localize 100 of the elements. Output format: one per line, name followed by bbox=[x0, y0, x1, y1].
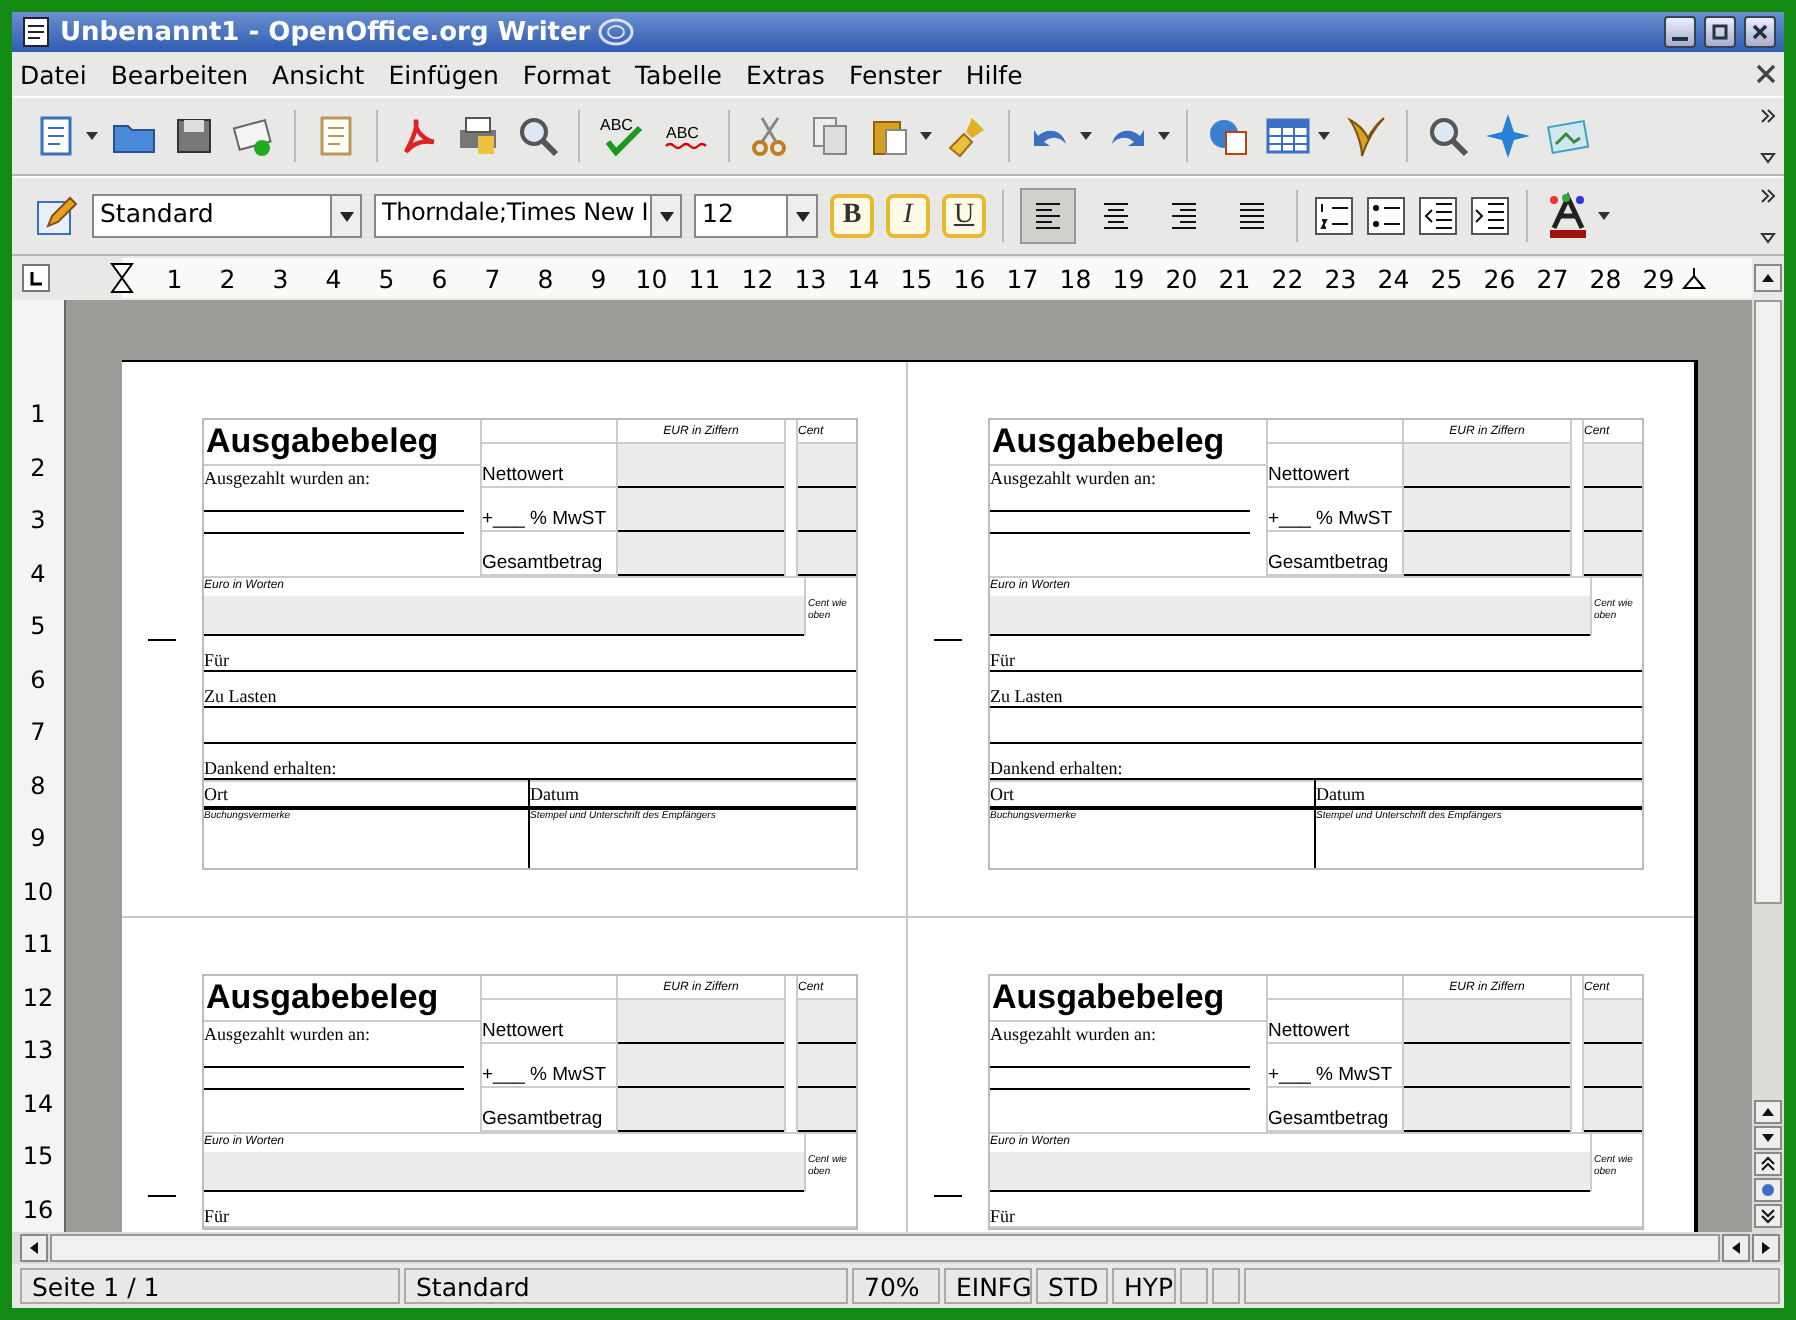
dropdown-arrow-icon[interactable] bbox=[795, 211, 809, 221]
cent-field[interactable] bbox=[1584, 1000, 1642, 1044]
form-label: Dankend erhalten: bbox=[990, 758, 1123, 778]
italic-button[interactable]: I bbox=[886, 194, 930, 238]
menu-item[interactable]: Format bbox=[522, 59, 621, 89]
menu-item[interactable]: Ansicht bbox=[272, 59, 375, 89]
form-label: Zu Lasten bbox=[990, 686, 1063, 706]
amount-field[interactable] bbox=[1404, 488, 1570, 532]
pencil-icon[interactable] bbox=[32, 192, 80, 240]
cent-field[interactable] bbox=[798, 444, 856, 488]
form-label: +___ % MwST bbox=[1268, 488, 1402, 532]
paragraph-style-dropdown[interactable]: Standard bbox=[92, 194, 362, 238]
more-chevron-icon[interactable] bbox=[1760, 186, 1776, 246]
hyphenation-indicator[interactable]: HYP bbox=[1112, 1268, 1176, 1304]
cent-field[interactable] bbox=[1584, 444, 1642, 488]
menu-item[interactable]: Einfügen bbox=[388, 59, 509, 89]
bold-button[interactable]: B bbox=[830, 194, 874, 238]
previous-page-icon[interactable] bbox=[1754, 1152, 1782, 1176]
amount-field[interactable] bbox=[1404, 532, 1570, 576]
dropdown-arrow-icon[interactable] bbox=[1080, 132, 1092, 140]
cent-field[interactable] bbox=[1584, 1088, 1642, 1132]
cent-field[interactable] bbox=[798, 488, 856, 532]
menu-item[interactable]: Extras bbox=[745, 59, 835, 89]
close-document-icon[interactable] bbox=[1756, 64, 1776, 84]
dropdown-arrow-icon[interactable] bbox=[1158, 132, 1170, 140]
dropdown-arrow-icon[interactable] bbox=[1598, 212, 1610, 220]
minimize-button[interactable] bbox=[1664, 16, 1696, 48]
font-color-icon[interactable] bbox=[1544, 192, 1592, 240]
font-size-dropdown[interactable]: 12 bbox=[694, 194, 818, 238]
amount-field[interactable] bbox=[1404, 1044, 1570, 1088]
form-label: Nettowert bbox=[1268, 1000, 1402, 1044]
menu-item[interactable]: Datei bbox=[20, 59, 97, 89]
bullet-list-icon[interactable] bbox=[1366, 196, 1406, 236]
dropdown-arrow-icon[interactable] bbox=[86, 132, 98, 140]
increase-indent-icon[interactable] bbox=[1470, 196, 1510, 236]
receipt-title: Ausgabebeleg bbox=[990, 420, 1266, 466]
menu-item[interactable]: Hilfe bbox=[965, 59, 1033, 89]
cent-field[interactable] bbox=[1584, 532, 1642, 576]
amount-field[interactable] bbox=[618, 1000, 784, 1044]
amount-field[interactable] bbox=[618, 532, 784, 576]
ruler-number: 26 bbox=[1481, 263, 1518, 293]
form-label: Dankend erhalten: bbox=[204, 758, 337, 778]
words-field[interactable] bbox=[990, 596, 1590, 636]
ruler-number: 28 bbox=[1587, 263, 1624, 293]
next-page-icon[interactable] bbox=[1754, 1204, 1782, 1228]
close-icon bbox=[1750, 22, 1770, 42]
form-label: Für bbox=[204, 1206, 230, 1226]
right-indent-marker-icon[interactable] bbox=[1682, 266, 1706, 290]
decrease-indent-icon[interactable] bbox=[1418, 196, 1458, 236]
search-icon[interactable] bbox=[1424, 112, 1472, 160]
magnifier-icon[interactable] bbox=[514, 112, 562, 160]
menu-item[interactable]: Tabelle bbox=[634, 59, 732, 89]
amount-field[interactable] bbox=[618, 1088, 784, 1132]
horizontal-scrollbar[interactable] bbox=[12, 1232, 1784, 1264]
words-field[interactable] bbox=[204, 596, 804, 636]
underline-button[interactable]: U bbox=[942, 194, 986, 238]
selection-mode-indicator[interactable]: STD bbox=[1036, 1268, 1108, 1304]
document-icon bbox=[20, 16, 52, 48]
form-label: Nettowert bbox=[482, 444, 616, 488]
align-left-button[interactable] bbox=[1020, 188, 1076, 244]
words-field[interactable] bbox=[204, 1152, 804, 1192]
more-chevron-icon[interactable] bbox=[1760, 106, 1776, 166]
amount-field[interactable] bbox=[618, 1044, 784, 1088]
cent-field[interactable] bbox=[798, 1044, 856, 1088]
dropdown-arrow-icon[interactable] bbox=[920, 132, 932, 140]
page-style-indicator: Standard bbox=[404, 1268, 848, 1304]
cent-field[interactable] bbox=[798, 532, 856, 576]
menu-item[interactable]: Fenster bbox=[848, 59, 952, 89]
cent-field[interactable] bbox=[1584, 488, 1642, 532]
ruler-number: 7 bbox=[28, 716, 48, 751]
printer-icon[interactable] bbox=[454, 112, 502, 160]
ruler-number: 5 bbox=[28, 610, 48, 645]
dropdown-arrow-icon[interactable] bbox=[659, 211, 673, 221]
navigation-icon[interactable] bbox=[1754, 1178, 1782, 1202]
ruler-number: 10 bbox=[20, 875, 56, 910]
scrollbar-thumb[interactable] bbox=[50, 1234, 1720, 1262]
amount-field[interactable] bbox=[1404, 1088, 1570, 1132]
scrollbar-thumb[interactable] bbox=[1754, 300, 1782, 904]
numbered-list-icon[interactable] bbox=[1314, 196, 1354, 236]
tab-stop-icon[interactable] bbox=[22, 264, 50, 292]
star-icon[interactable] bbox=[1484, 112, 1532, 160]
dropdown-arrow-icon[interactable] bbox=[1318, 132, 1330, 140]
cent-field[interactable] bbox=[798, 1088, 856, 1132]
amount-field[interactable] bbox=[618, 488, 784, 532]
cent-field[interactable] bbox=[798, 1000, 856, 1044]
menu-item[interactable]: Bearbeiten bbox=[110, 59, 259, 89]
dropdown-arrow-icon[interactable] bbox=[339, 211, 353, 221]
form-label: Gesamtbetrag bbox=[482, 1088, 616, 1132]
amount-field[interactable] bbox=[618, 444, 784, 488]
maximize-button[interactable] bbox=[1704, 16, 1736, 48]
font-name-dropdown[interactable]: Thorndale;Times New I bbox=[374, 194, 682, 238]
close-button[interactable] bbox=[1744, 16, 1776, 48]
insert-mode-indicator[interactable]: EINFG bbox=[944, 1268, 1032, 1304]
words-field[interactable] bbox=[990, 1152, 1590, 1192]
amount-field[interactable] bbox=[1404, 444, 1570, 488]
indent-marker-icon[interactable] bbox=[110, 262, 134, 294]
amount-field[interactable] bbox=[1404, 1000, 1570, 1044]
zoom-indicator[interactable]: 70% bbox=[852, 1268, 940, 1304]
vertical-scrollbar[interactable] bbox=[1752, 300, 1784, 1232]
cent-field[interactable] bbox=[1584, 1044, 1642, 1088]
